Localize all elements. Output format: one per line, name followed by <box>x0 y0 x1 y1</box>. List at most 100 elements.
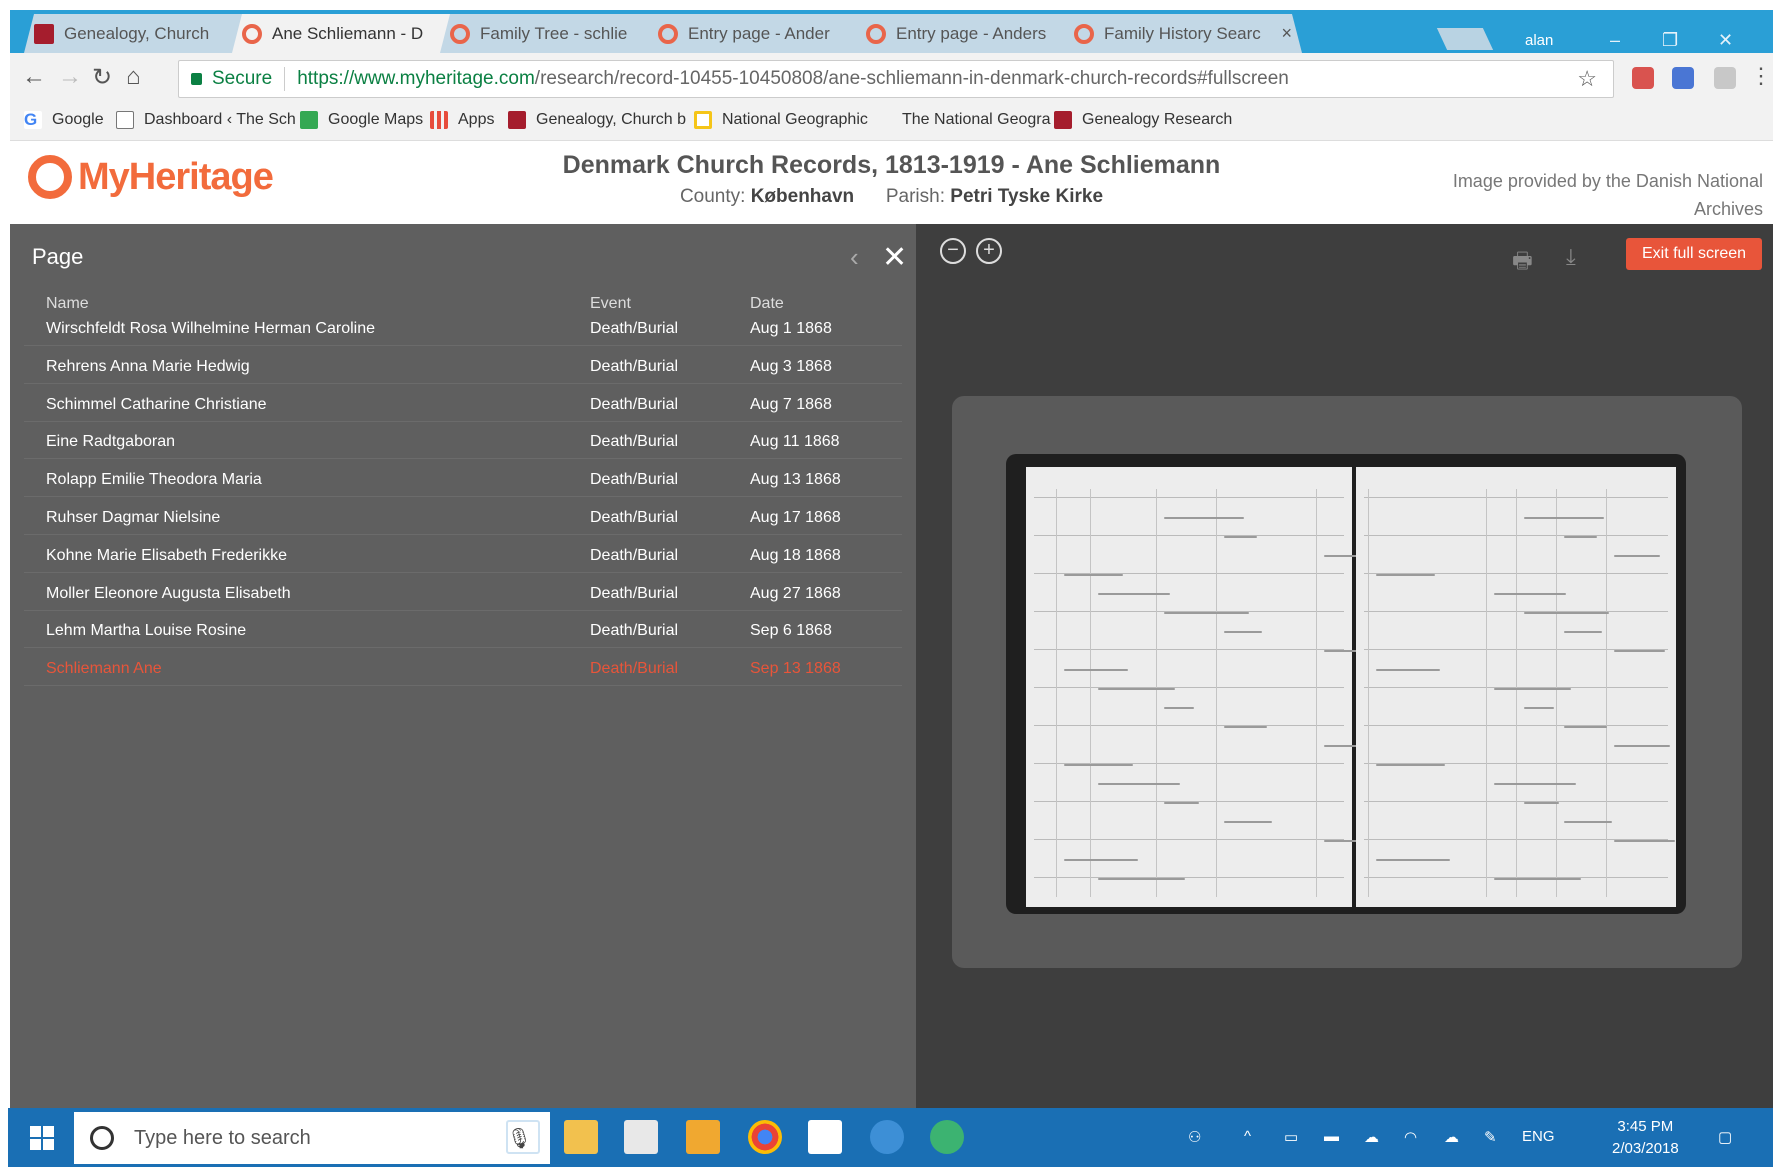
tab-entry-page-1[interactable]: Entry page - Ander × <box>648 14 886 53</box>
restore-icon[interactable]: ❐ <box>1662 30 1678 51</box>
table-row[interactable]: Schliemann Ane Death/Burial Sep 13 1868 <box>24 652 902 687</box>
tab-ane-schliemann[interactable]: Ane Schliemann - D × <box>232 14 470 53</box>
handwriting-stroke <box>1064 859 1138 861</box>
pen-icon[interactable]: ✎ <box>1484 1128 1497 1146</box>
tab-genealogy-church[interactable]: Genealogy, Church × <box>24 14 262 53</box>
handwriting-stroke <box>1524 612 1609 614</box>
display-tray-icon[interactable]: ▬ <box>1324 1128 1339 1145</box>
language-indicator[interactable]: ENG <box>1522 1128 1555 1145</box>
task-view-icon[interactable] <box>506 1120 540 1154</box>
photos-icon[interactable] <box>686 1120 720 1154</box>
home-icon[interactable]: ⌂ <box>126 63 141 91</box>
row-name: Schliemann Ane <box>46 660 162 678</box>
chrome-icon[interactable] <box>748 1120 782 1154</box>
ledger-column-rule <box>1556 489 1557 897</box>
browser-tab-strip: Genealogy, Church × Ane Schliemann - D ×… <box>10 10 1773 53</box>
bookmark-genealogy-research[interactable]: Genealogy Research <box>1054 111 1232 129</box>
file-explorer-icon[interactable] <box>564 1120 598 1154</box>
maps-icon <box>300 111 318 129</box>
mail-extension-icon[interactable] <box>1632 67 1654 89</box>
ledger-left-page[interactable] <box>1026 467 1385 907</box>
exit-full-screen-button[interactable]: Exit full screen <box>1626 238 1762 270</box>
bookmark-national-geographic[interactable]: National Geographic <box>694 111 868 129</box>
row-event: Death/Burial <box>590 509 679 526</box>
ledger-rule <box>1034 725 1344 726</box>
table-row[interactable]: Lehm Martha Louise Rosine Death/Burial Sep… <box>24 614 902 649</box>
table-row[interactable]: Rehrens Anna Marie Hedwig Death/Burial Aug… <box>24 350 902 384</box>
store-icon[interactable] <box>624 1120 658 1154</box>
chevron-left-icon[interactable]: ‹ <box>850 242 859 273</box>
handwriting-stroke <box>1614 555 1660 557</box>
people-icon[interactable]: ⚇ <box>1188 1128 1201 1146</box>
column-header-event[interactable]: Event <box>590 295 631 313</box>
tab-family-tree[interactable]: Family Tree - schlie × <box>440 14 678 53</box>
ledger-column-rule <box>1090 489 1091 897</box>
bookmark-label: Google Maps <box>328 111 424 128</box>
system-clock[interactable]: 3:45 PM 2/03/2018 <box>1612 1116 1679 1160</box>
bookmark-dashboard[interactable]: Dashboard ‹ The Sch <box>116 111 296 129</box>
profile-name[interactable]: alan <box>1525 32 1553 49</box>
green-app-icon[interactable] <box>930 1120 964 1154</box>
address-bar[interactable]: Secure https://www.myheritage.com /resea… <box>178 60 1614 98</box>
tab-entry-page-2[interactable]: Entry page - Anders × <box>856 14 1094 53</box>
handwriting-stroke <box>1164 802 1199 804</box>
bookmark-google[interactable]: G Google <box>24 111 104 129</box>
bookmark-google-maps[interactable]: Google Maps <box>300 111 423 129</box>
download-icon[interactable]: ⤓ <box>1566 244 1596 269</box>
bookmark-apps[interactable]: Apps <box>430 111 494 129</box>
action-center-icon[interactable]: ▢ <box>1718 1128 1732 1146</box>
column-header-date[interactable]: Date <box>750 295 784 313</box>
chrome-menu-icon[interactable]: ⋮ <box>1750 63 1772 89</box>
ledger-column-rule <box>1216 489 1217 897</box>
bookmark-star-icon[interactable]: ☆ <box>1577 66 1597 92</box>
column-header-name[interactable]: Name <box>46 295 89 313</box>
zoom-out-icon[interactable]: − <box>940 238 966 264</box>
table-row[interactable]: Ruhser Dagmar Nielsine Death/Burial Aug 17… <box>24 501 902 535</box>
handwriting-stroke <box>1564 821 1612 823</box>
cloud-sync-icon[interactable]: ☁ <box>1444 1128 1459 1146</box>
forward-arrow-icon[interactable]: → <box>58 63 82 91</box>
row-event: Death/Burial <box>590 433 679 451</box>
bookmarks-bar: G Google Dashboard ‹ The Sch Google Maps… <box>10 105 1773 141</box>
bookmark-genealogy-church[interactable]: Genealogy, Church b <box>508 111 686 129</box>
minimize-icon[interactable]: – <box>1610 30 1620 51</box>
zoom-in-icon[interactable]: + <box>976 238 1002 264</box>
url-host: https://www.myheritage.com <box>297 68 535 89</box>
handwriting-stroke <box>1164 612 1249 614</box>
reload-icon[interactable]: ↻ <box>92 63 112 92</box>
cloud-app-icon[interactable] <box>870 1120 904 1154</box>
row-name: Eine Radtgaboran <box>46 433 175 451</box>
back-arrow-icon[interactable]: ← <box>22 63 46 91</box>
ledger-right-page[interactable] <box>1356 467 1676 907</box>
table-row[interactable]: Eine Radtgaboran Death/Burial Aug 11 1868 <box>24 425 902 460</box>
close-icon[interactable]: ✕ <box>882 240 907 275</box>
tab-family-history-search[interactable]: Family History Searc × <box>1064 14 1302 53</box>
row-name: Kohne Marie Elisabeth Frederikke <box>46 546 288 564</box>
translate-extension-icon[interactable] <box>1672 67 1694 89</box>
table-row[interactable]: Moller Eleonore Augusta Elisabeth Death/B… <box>24 577 902 611</box>
taskbar-search-input[interactable]: Type here to search 🎙 <box>74 1112 550 1164</box>
new-tab-button[interactable] <box>1436 28 1494 50</box>
close-window-icon[interactable]: ✕ <box>1718 30 1733 51</box>
table-row[interactable]: Schimmel Catharine Christiane Death/Buria… <box>24 388 902 422</box>
divider <box>284 67 286 91</box>
close-tab-icon[interactable]: × <box>1281 23 1292 44</box>
table-row[interactable]: Rolapp Emilie Theodora Maria Death/Burial… <box>24 463 902 498</box>
bookmark-the-national-geographic[interactable]: The National Geogra <box>874 111 1051 129</box>
row-date: Aug 1 1868 <box>750 320 832 337</box>
onedrive-icon[interactable]: ☁ <box>1364 1128 1379 1146</box>
show-hidden-icons-icon[interactable]: ^ <box>1244 1128 1251 1145</box>
cloud-extension-icon[interactable] <box>1714 67 1736 89</box>
wifi-icon[interactable]: ◠ <box>1404 1128 1417 1146</box>
parish-label: Parish: <box>885 186 945 207</box>
handwriting-stroke <box>1614 840 1675 842</box>
natgeo-icon <box>694 111 712 129</box>
table-row[interactable]: Wirschfeldt Rosa Wilhelmine Herman Carol… <box>24 312 902 346</box>
table-row[interactable]: Kohne Marie Elisabeth Frederikke Death/Bu… <box>24 539 902 573</box>
mail-icon[interactable] <box>808 1120 842 1154</box>
printer-tray-icon[interactable]: ▭ <box>1284 1128 1298 1146</box>
bookmark-label: Google <box>52 111 104 128</box>
print-icon[interactable]: 🖶 <box>1512 244 1542 273</box>
ledger-rule <box>1034 497 1344 498</box>
windows-start-icon[interactable] <box>30 1126 54 1150</box>
